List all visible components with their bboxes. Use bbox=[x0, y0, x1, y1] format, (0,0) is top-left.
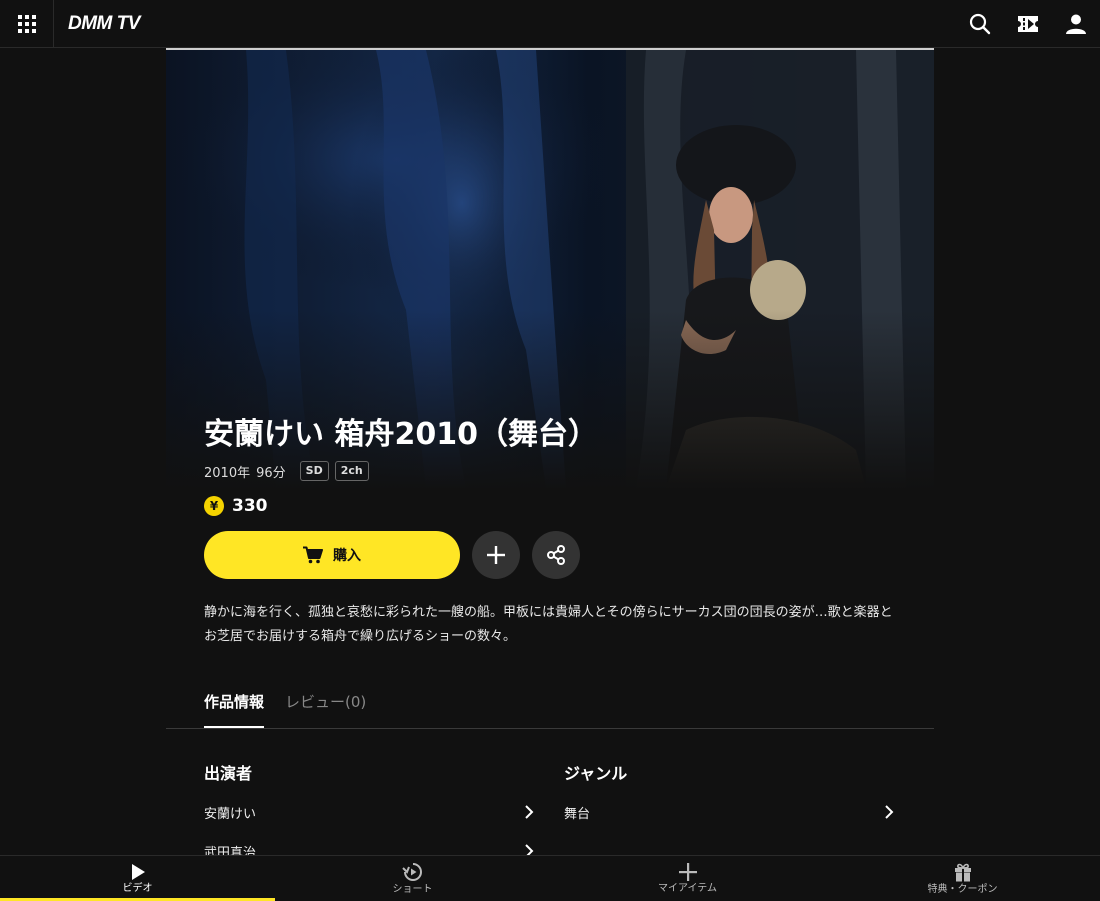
audio-badge: 2ch bbox=[334, 461, 369, 481]
release-year: 2010年 bbox=[204, 465, 251, 481]
tab-work-info[interactable]: 作品情報 bbox=[204, 684, 265, 728]
nav-short[interactable]: ショート bbox=[275, 856, 550, 901]
plus-icon bbox=[678, 862, 697, 881]
plus-icon bbox=[487, 546, 505, 564]
share-button[interactable] bbox=[532, 531, 580, 579]
ticket-button[interactable] bbox=[1016, 12, 1040, 36]
chevron-right-icon bbox=[885, 805, 894, 819]
quality-badge: SD bbox=[299, 461, 329, 481]
cast-section-title: 出演者 bbox=[204, 764, 253, 783]
video-meta: 2010年 96分 SD 2ch bbox=[204, 460, 369, 482]
chevron-right-icon bbox=[525, 805, 534, 819]
buy-button-label: 購入 bbox=[333, 548, 361, 564]
short-play-icon bbox=[401, 862, 422, 881]
gift-icon bbox=[954, 863, 971, 881]
yen-coin-icon: ¥ bbox=[204, 496, 224, 516]
genre-name: 舞台 bbox=[564, 806, 591, 822]
cast-item[interactable]: 安蘭けい bbox=[204, 799, 534, 825]
description-text: 静かに海を行く、孤独と哀愁に彩られた一艘の船。甲板には貴婦人とその傍らにサーカス… bbox=[204, 605, 893, 644]
search-icon bbox=[969, 13, 991, 35]
search-button[interactable] bbox=[968, 12, 992, 36]
genre-section-title: ジャンル bbox=[564, 764, 628, 783]
grid-menu-icon bbox=[17, 15, 36, 33]
account-button[interactable] bbox=[1064, 12, 1088, 36]
play-icon bbox=[131, 863, 145, 880]
nav-my-items[interactable]: マイアイテム bbox=[550, 856, 825, 901]
ticket-icon bbox=[1018, 16, 1038, 32]
genre-item[interactable]: 舞台 bbox=[564, 799, 894, 825]
dmm-tv-logo[interactable]: DMM TV bbox=[68, 12, 140, 36]
tab-reviews[interactable]: レビュー(0) bbox=[285, 684, 366, 728]
nav-benefits-coupons[interactable]: 特典・クーポン bbox=[825, 856, 1100, 901]
nav-label: マイアイテム bbox=[658, 882, 717, 894]
bottom-navigation: ビデオ ショート マイアイテム 特典・クーポン bbox=[0, 855, 1100, 901]
page-title: 安蘭けい 箱舟2010（舞台） bbox=[204, 417, 598, 452]
share-icon bbox=[547, 545, 565, 565]
nav-video[interactable]: ビデオ bbox=[0, 856, 275, 901]
nav-label: ビデオ bbox=[122, 882, 153, 894]
nav-label: 特典・クーポン bbox=[927, 883, 998, 895]
cart-icon bbox=[303, 546, 323, 564]
grid-menu-button[interactable] bbox=[0, 0, 54, 48]
detail-tabs: 作品情報 レビュー(0) bbox=[166, 684, 934, 729]
duration: 96分 bbox=[256, 465, 286, 481]
user-icon bbox=[1066, 14, 1086, 34]
nav-label: ショート bbox=[392, 883, 433, 895]
buy-button[interactable]: 購入 bbox=[204, 531, 460, 579]
add-to-my-list-button[interactable] bbox=[472, 531, 520, 579]
cast-name: 安蘭けい bbox=[204, 806, 257, 822]
price-value: 330 bbox=[232, 496, 268, 516]
top-header: DMM TV bbox=[0, 0, 1100, 48]
price-display: ¥ 330 bbox=[204, 494, 268, 518]
